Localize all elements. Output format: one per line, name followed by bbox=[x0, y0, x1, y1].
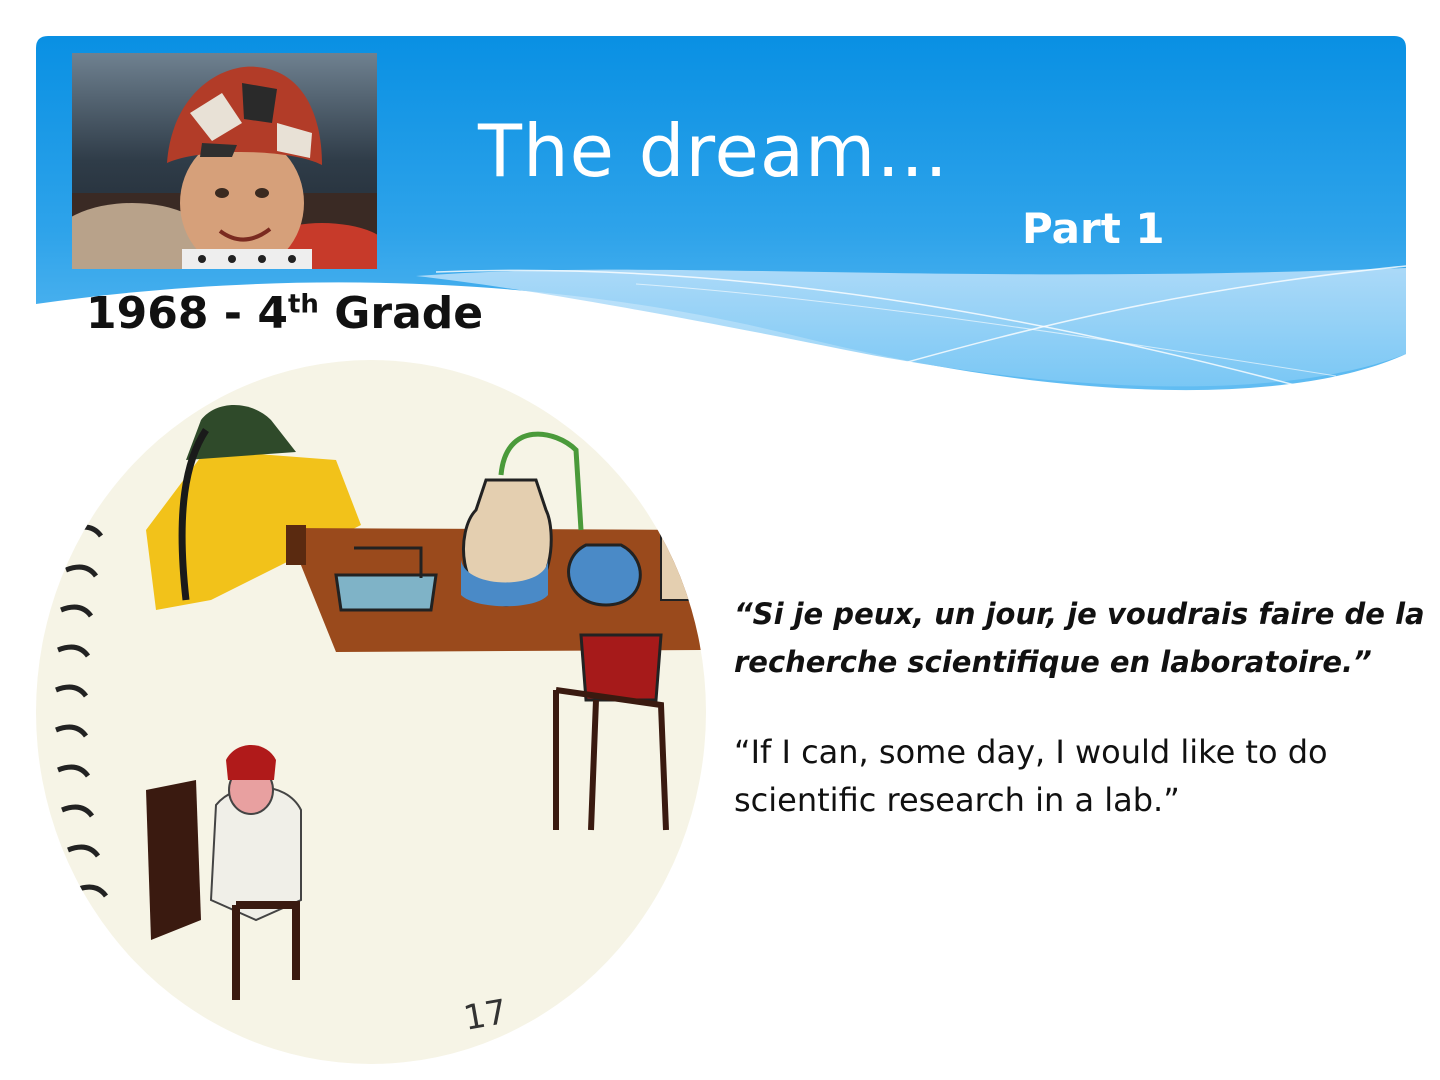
child-portrait-photo bbox=[72, 53, 377, 269]
slide-title: The dream… bbox=[478, 109, 950, 193]
flask-left bbox=[334, 573, 438, 612]
flask-right bbox=[567, 543, 642, 607]
photo-illustration bbox=[72, 53, 377, 269]
child-drawing-laboratory: 17 bbox=[36, 360, 706, 1064]
photo-caption: 1968 - 4th Grade bbox=[86, 288, 483, 341]
quote-english: “If I can, some day, I would like to do … bbox=[734, 733, 1328, 819]
caption-grade: Grade bbox=[318, 288, 484, 339]
slide: The dream… Part 1 1968 - 4th Grade 17 “S… bbox=[0, 0, 1440, 1080]
slide-subtitle: Part 1 bbox=[1022, 204, 1165, 253]
quote-french: “Si je peux, un jour, je voudrais faire … bbox=[734, 597, 1425, 679]
caption-year: 1968 - 4 bbox=[86, 288, 288, 339]
chair bbox=[579, 633, 663, 702]
caption-ordinal-suffix: th bbox=[287, 289, 319, 320]
drawing-page-number: 17 bbox=[461, 992, 511, 1039]
